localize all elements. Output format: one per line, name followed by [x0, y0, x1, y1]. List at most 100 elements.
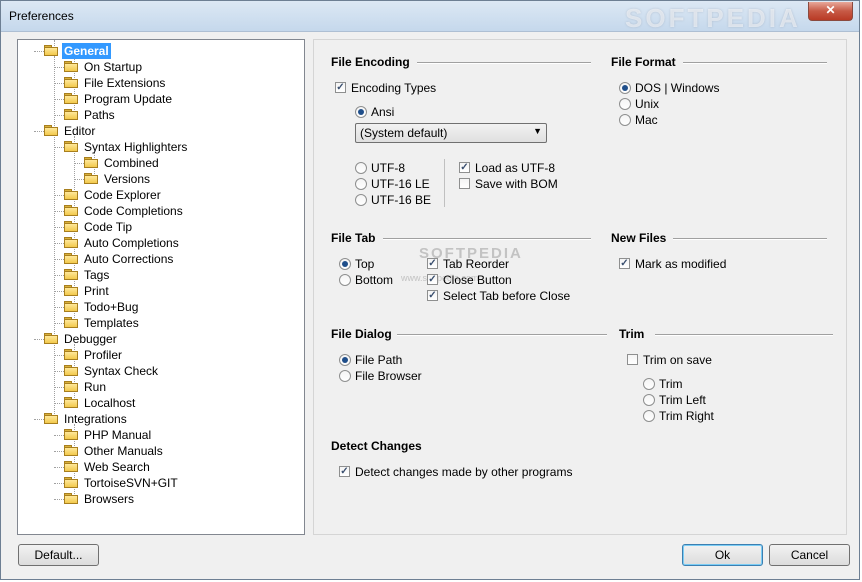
ok-button[interactable]: Ok — [682, 544, 763, 566]
folder-icon — [64, 109, 78, 120]
tree-item[interactable]: Syntax Highlighters — [18, 139, 298, 155]
tree-item[interactable]: PHP Manual — [18, 427, 298, 443]
tree-item-label: Combined — [104, 156, 159, 170]
folder-icon — [64, 189, 78, 200]
tree-item[interactable]: Tags — [18, 267, 298, 283]
tree-connector — [54, 307, 64, 308]
tree-item-label: Web Search — [84, 460, 150, 474]
radio-dot — [619, 98, 631, 110]
cancel-button[interactable]: Cancel — [769, 544, 850, 566]
tree-connector — [54, 371, 64, 372]
folder-icon — [84, 157, 98, 168]
tree-item[interactable]: Code Explorer — [18, 187, 298, 203]
default-button[interactable]: Default... — [18, 544, 99, 566]
folder-icon — [64, 317, 78, 328]
tree-item-label: PHP Manual — [84, 428, 152, 442]
trim-divider — [655, 334, 833, 336]
tree-connector — [54, 483, 64, 484]
radio-dot — [355, 178, 367, 190]
tree-item[interactable]: File Extensions — [18, 75, 298, 91]
codepage-dropdown[interactable]: (System default) ▼ — [355, 123, 547, 143]
tree-item[interactable]: Other Manuals — [18, 443, 298, 459]
tree-item[interactable]: Program Update — [18, 91, 298, 107]
tree-item-label: Auto Corrections — [84, 252, 174, 266]
radio-dot — [339, 274, 351, 286]
radio-dot — [619, 82, 631, 94]
folder-icon — [64, 365, 78, 376]
file-format-title: File Format — [611, 55, 676, 69]
radio-dot — [643, 410, 655, 422]
file-dialog-title: File Dialog — [331, 327, 392, 341]
tree-item[interactable]: Editor — [18, 123, 298, 139]
tree-connector — [54, 451, 64, 452]
tree-item-label: Profiler — [84, 348, 123, 362]
tree-item[interactable]: Auto Completions — [18, 235, 298, 251]
tree-item-label: Syntax Highlighters — [84, 140, 188, 154]
tree-connector — [54, 291, 64, 292]
tree-connector — [34, 51, 44, 52]
tree-connector — [54, 387, 64, 388]
trim-title: Trim — [619, 327, 645, 341]
file-dialog-divider — [397, 334, 607, 336]
folder-icon — [64, 461, 78, 472]
tree-item[interactable]: Combined — [18, 155, 298, 171]
tree-item-label: Versions — [104, 172, 151, 186]
tree-connector — [54, 67, 64, 68]
folder-icon — [64, 429, 78, 440]
encoding-separator — [444, 159, 445, 207]
tree-item[interactable]: Paths — [18, 107, 298, 123]
tree-item[interactable]: Code Tip — [18, 219, 298, 235]
tree-connector — [74, 179, 84, 180]
tree-item[interactable]: Browsers — [18, 491, 298, 507]
tree-item[interactable]: TortoiseSVN+GIT — [18, 475, 298, 491]
tree-item[interactable]: Web Search — [18, 459, 298, 475]
tree-item[interactable]: Run — [18, 379, 298, 395]
tree-connector — [54, 195, 64, 196]
tree-item-label: Browsers — [84, 492, 135, 506]
codepage-value: (System default) — [360, 126, 448, 140]
new-files-divider — [673, 238, 827, 240]
tree-item[interactable]: Syntax Check — [18, 363, 298, 379]
folder-icon — [64, 381, 78, 392]
softpedia-watermark: SOFTPEDIA — [625, 3, 801, 33]
tree-item-label: Tags — [84, 268, 110, 282]
preferences-tree[interactable]: General On Startup File Extensions Program … — [17, 39, 305, 535]
file-tab-divider — [383, 238, 591, 240]
folder-icon — [64, 205, 78, 216]
checkbox-box: ✓ — [335, 82, 346, 93]
tree-item[interactable]: Profiler — [18, 347, 298, 363]
tree-item[interactable]: Code Completions — [18, 203, 298, 219]
close-icon: ✕ — [825, 3, 836, 17]
folder-icon — [64, 237, 78, 248]
checkbox-box: ✓ — [339, 466, 350, 477]
folder-icon — [84, 173, 98, 184]
tree-connector — [54, 355, 64, 356]
tree-item[interactable]: Integrations — [18, 411, 298, 427]
tree-item[interactable]: General — [18, 43, 298, 59]
tree-item[interactable]: Print — [18, 283, 298, 299]
tree-connector — [54, 211, 64, 212]
tree-item[interactable]: Auto Corrections — [18, 251, 298, 267]
folder-icon — [64, 93, 78, 104]
tree-item[interactable]: Templates — [18, 315, 298, 331]
tree-connector — [74, 163, 84, 164]
checkbox-box — [627, 354, 638, 365]
radio-dot — [355, 194, 367, 206]
folder-icon — [44, 333, 58, 344]
folder-icon — [64, 253, 78, 264]
tree-connector — [54, 403, 64, 404]
file-encoding-divider — [417, 62, 591, 64]
tree-item[interactable]: Localhost — [18, 395, 298, 411]
close-button[interactable]: ✕ — [808, 2, 853, 21]
tree-item[interactable]: Todo+Bug — [18, 299, 298, 315]
folder-icon — [64, 477, 78, 488]
folder-icon — [64, 445, 78, 456]
radio-dot — [355, 106, 367, 118]
tree-item-label: Localhost — [84, 396, 136, 410]
tree-item[interactable]: Versions — [18, 171, 298, 187]
tree-item-label: General — [62, 43, 111, 59]
title-bar[interactable]: Preferences SOFTPEDIA ✕ — [1, 1, 859, 33]
tree-item[interactable]: On Startup — [18, 59, 298, 75]
checkbox-box: ✓ — [427, 290, 438, 301]
tree-item[interactable]: Debugger — [18, 331, 298, 347]
